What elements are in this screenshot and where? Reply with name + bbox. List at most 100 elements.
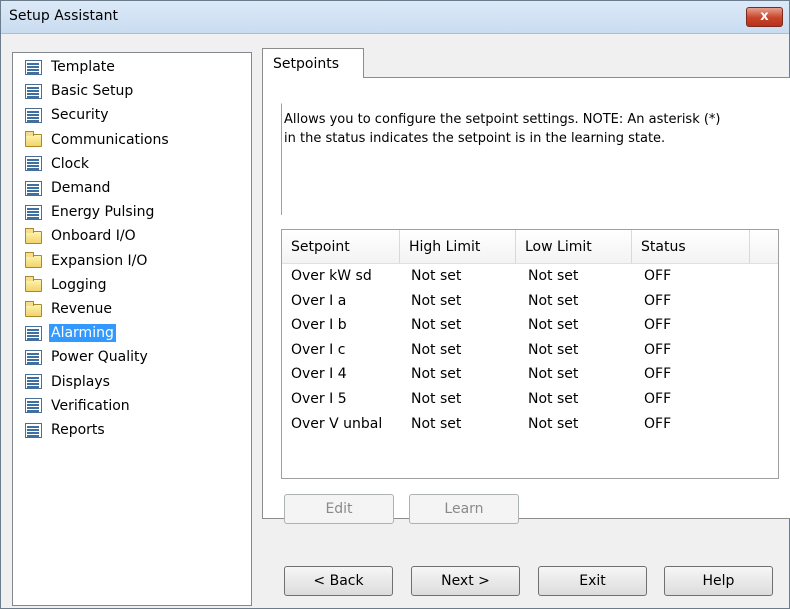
tree-item-label: Basic Setup [51,83,134,100]
edit-button-label: Edit [325,501,353,517]
window-title: Setup Assistant [9,8,118,24]
document-icon [25,83,42,99]
table-cell: Not set [411,292,462,309]
table-cell: OFF [644,317,672,334]
table-cell: Not set [411,268,462,284]
tree-item-displays[interactable]: Displays [16,370,248,394]
table-cell: Not set [411,341,462,358]
folder-icon [25,131,42,148]
table-cell: Not set [528,415,579,432]
tree-item-label: Energy Pulsing [51,204,155,221]
table-row[interactable]: Over I a Not set Not set OFF [282,290,778,316]
folder-icon [25,276,42,293]
edit-button[interactable]: Edit [284,494,394,524]
table-cell: Not set [411,391,462,407]
description-box: Allows you to configure the setpoint set… [281,103,777,215]
column-header-status[interactable]: Status [632,230,750,264]
column-header-setpoint[interactable]: Setpoint [282,230,400,264]
setpoints-list[interactable]: Setpoint High Limit Low Limit Status Ove… [281,229,779,479]
table-cell: Not set [528,268,579,284]
table-cell: OFF [644,341,672,358]
close-button[interactable]: x [746,7,783,27]
tree-item-verification[interactable]: Verification [16,394,248,418]
tree-item-label: Displays [51,373,110,390]
tree-item-alarming[interactable]: Alarming [16,321,248,345]
tree-item-energy-pulsing[interactable]: Energy Pulsing [16,200,248,224]
table-cell: Over I 4 [291,366,347,383]
table-cell: Not set [411,317,462,334]
table-cell: Over I 5 [291,391,347,407]
table-cell: OFF [644,292,672,309]
document-icon [25,180,42,196]
document-icon [25,422,42,438]
tree-item-label: Expansion I/O [51,252,148,269]
document-icon [25,204,42,220]
table-row[interactable]: Over I 5 Not set Not set OFF [282,388,778,414]
table-cell: OFF [644,366,672,383]
document-icon [25,349,42,365]
tree-item-power-quality[interactable]: Power Quality [16,345,248,369]
exit-button[interactable]: Exit [538,566,647,596]
table-row[interactable]: Over I c Not set Not set OFF [282,339,778,365]
table-cell: Over kW sd [291,268,372,284]
table-cell: Not set [411,415,462,432]
learn-button-label: Learn [444,501,484,517]
tree-item-expansion-i-o[interactable]: Expansion I/O [16,249,248,273]
tree-item-logging[interactable]: Logging [16,273,248,297]
document-icon [25,398,42,414]
tab-setpoints[interactable]: Setpoints [262,48,364,78]
table-cell: Over I c [291,341,346,358]
tree-item-label: Alarming [49,324,116,343]
tree-item-reports[interactable]: Reports [16,418,248,442]
column-header-filler [750,230,778,264]
tree-item-label: Clock [51,155,90,172]
folder-icon [25,252,42,269]
back-button-label: < Back [313,573,364,589]
tree-item-demand[interactable]: Demand [16,176,248,200]
table-cell: Not set [411,366,462,383]
table-row[interactable]: Over V unbal Not set Not set OFF [282,413,778,439]
table-cell: Not set [528,292,579,309]
table-row[interactable]: Over kW sd Not set Not set OFF [282,265,778,291]
document-icon [25,325,42,341]
table-cell: OFF [644,415,672,432]
tree-item-communications[interactable]: Communications [16,128,248,152]
tree-item-basic-setup[interactable]: Basic Setup [16,79,248,103]
table-cell: Over V unbal [291,415,383,432]
tree-item-onboard-i-o[interactable]: Onboard I/O [16,224,248,248]
help-button-label: Help [702,573,735,589]
navigation-tree[interactable]: Template Basic Setup Security Communication… [12,52,252,606]
tree-item-label: Template [51,59,115,75]
tree-item-label: Power Quality [51,349,148,366]
tree-item-label: Logging [51,276,107,293]
title-bar[interactable]: Setup Assistant x [1,1,789,34]
tree-item-label: Onboard I/O [51,228,136,245]
table-cell: Not set [528,366,579,383]
table-cell: OFF [644,268,672,284]
column-header-low-limit[interactable]: Low Limit [516,230,632,264]
column-header-label: Status [641,239,686,255]
tree-item-clock[interactable]: Clock [16,152,248,176]
table-row[interactable]: Over I b Not set Not set OFF [282,314,778,340]
exit-button-label: Exit [579,573,606,589]
table-row[interactable]: Over I 4 Not set Not set OFF [282,363,778,389]
tree-item-label: Security [51,107,109,124]
table-cell: Not set [528,391,579,407]
help-button[interactable]: Help [664,566,773,596]
tree-item-security[interactable]: Security [16,103,248,127]
tree-item-template[interactable]: Template [16,55,248,79]
tree-item-label: Reports [51,422,105,438]
folder-icon [25,300,42,317]
table-cell: Over I a [291,292,347,309]
column-header-label: High Limit [409,239,481,255]
folder-icon [25,227,42,244]
setup-assistant-window: Setup Assistant x Template Basic Setup Sec… [0,0,790,609]
tree-item-revenue[interactable]: Revenue [16,297,248,321]
tree-item-label: Communications [51,131,169,148]
description-line-2: in the status indicates the setpoint is … [284,131,666,146]
document-icon [25,156,42,172]
next-button[interactable]: Next > [411,566,520,596]
back-button[interactable]: < Back [284,566,393,596]
column-header-high-limit[interactable]: High Limit [400,230,516,264]
learn-button[interactable]: Learn [409,494,519,524]
